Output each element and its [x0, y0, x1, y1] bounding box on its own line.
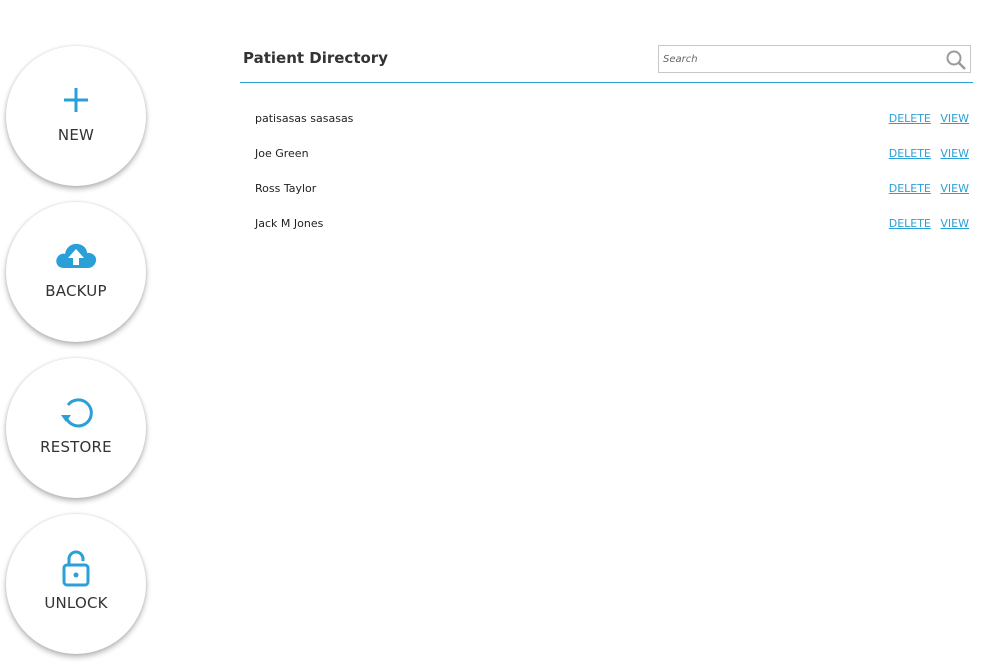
unlock-button[interactable]: UNLOCK: [6, 514, 146, 654]
search-input[interactable]: [659, 46, 943, 72]
patient-row: Jack M Jones DELETE VIEW: [240, 210, 973, 245]
view-link[interactable]: VIEW: [940, 147, 969, 160]
search-icon[interactable]: [945, 49, 967, 71]
delete-link[interactable]: DELETE: [889, 112, 931, 125]
new-button[interactable]: NEW: [6, 46, 146, 186]
patient-name: Joe Green: [255, 147, 309, 160]
view-link[interactable]: VIEW: [940, 182, 969, 195]
backup-label: BACKUP: [45, 282, 107, 300]
delete-link[interactable]: DELETE: [889, 217, 931, 230]
delete-link[interactable]: DELETE: [889, 147, 931, 160]
patient-row: patisasas sasasas DELETE VIEW: [240, 105, 973, 140]
row-actions: DELETE VIEW: [883, 182, 969, 195]
patient-list: patisasas sasasas DELETE VIEW Joe Green …: [240, 105, 973, 245]
patient-row: Joe Green DELETE VIEW: [240, 140, 973, 175]
row-actions: DELETE VIEW: [883, 217, 969, 230]
new-label: NEW: [57, 126, 95, 144]
unlock-icon: [54, 550, 98, 587]
unlock-label: UNLOCK: [44, 594, 108, 612]
view-link[interactable]: VIEW: [940, 112, 969, 125]
patient-row: Ross Taylor DELETE VIEW: [240, 175, 973, 210]
restore-label: RESTORE: [40, 438, 112, 456]
patient-name: Jack M Jones: [255, 217, 324, 230]
patient-name: patisasas sasasas: [255, 112, 354, 125]
search-box: [658, 45, 971, 73]
backup-button[interactable]: BACKUP: [6, 202, 146, 342]
cloud-upload-icon: [54, 238, 98, 274]
row-actions: DELETE VIEW: [883, 112, 969, 125]
patient-name: Ross Taylor: [255, 182, 317, 195]
app-page: NEW BACKUP RESTORE UNLOCK Patient Direct…: [0, 0, 1007, 666]
row-actions: DELETE VIEW: [883, 147, 969, 160]
header-divider: [240, 82, 973, 83]
page-title: Patient Directory: [243, 49, 388, 67]
restore-icon: [54, 394, 98, 430]
restore-button[interactable]: RESTORE: [6, 358, 146, 498]
plus-icon: [54, 82, 98, 118]
delete-link[interactable]: DELETE: [889, 182, 931, 195]
view-link[interactable]: VIEW: [940, 217, 969, 230]
